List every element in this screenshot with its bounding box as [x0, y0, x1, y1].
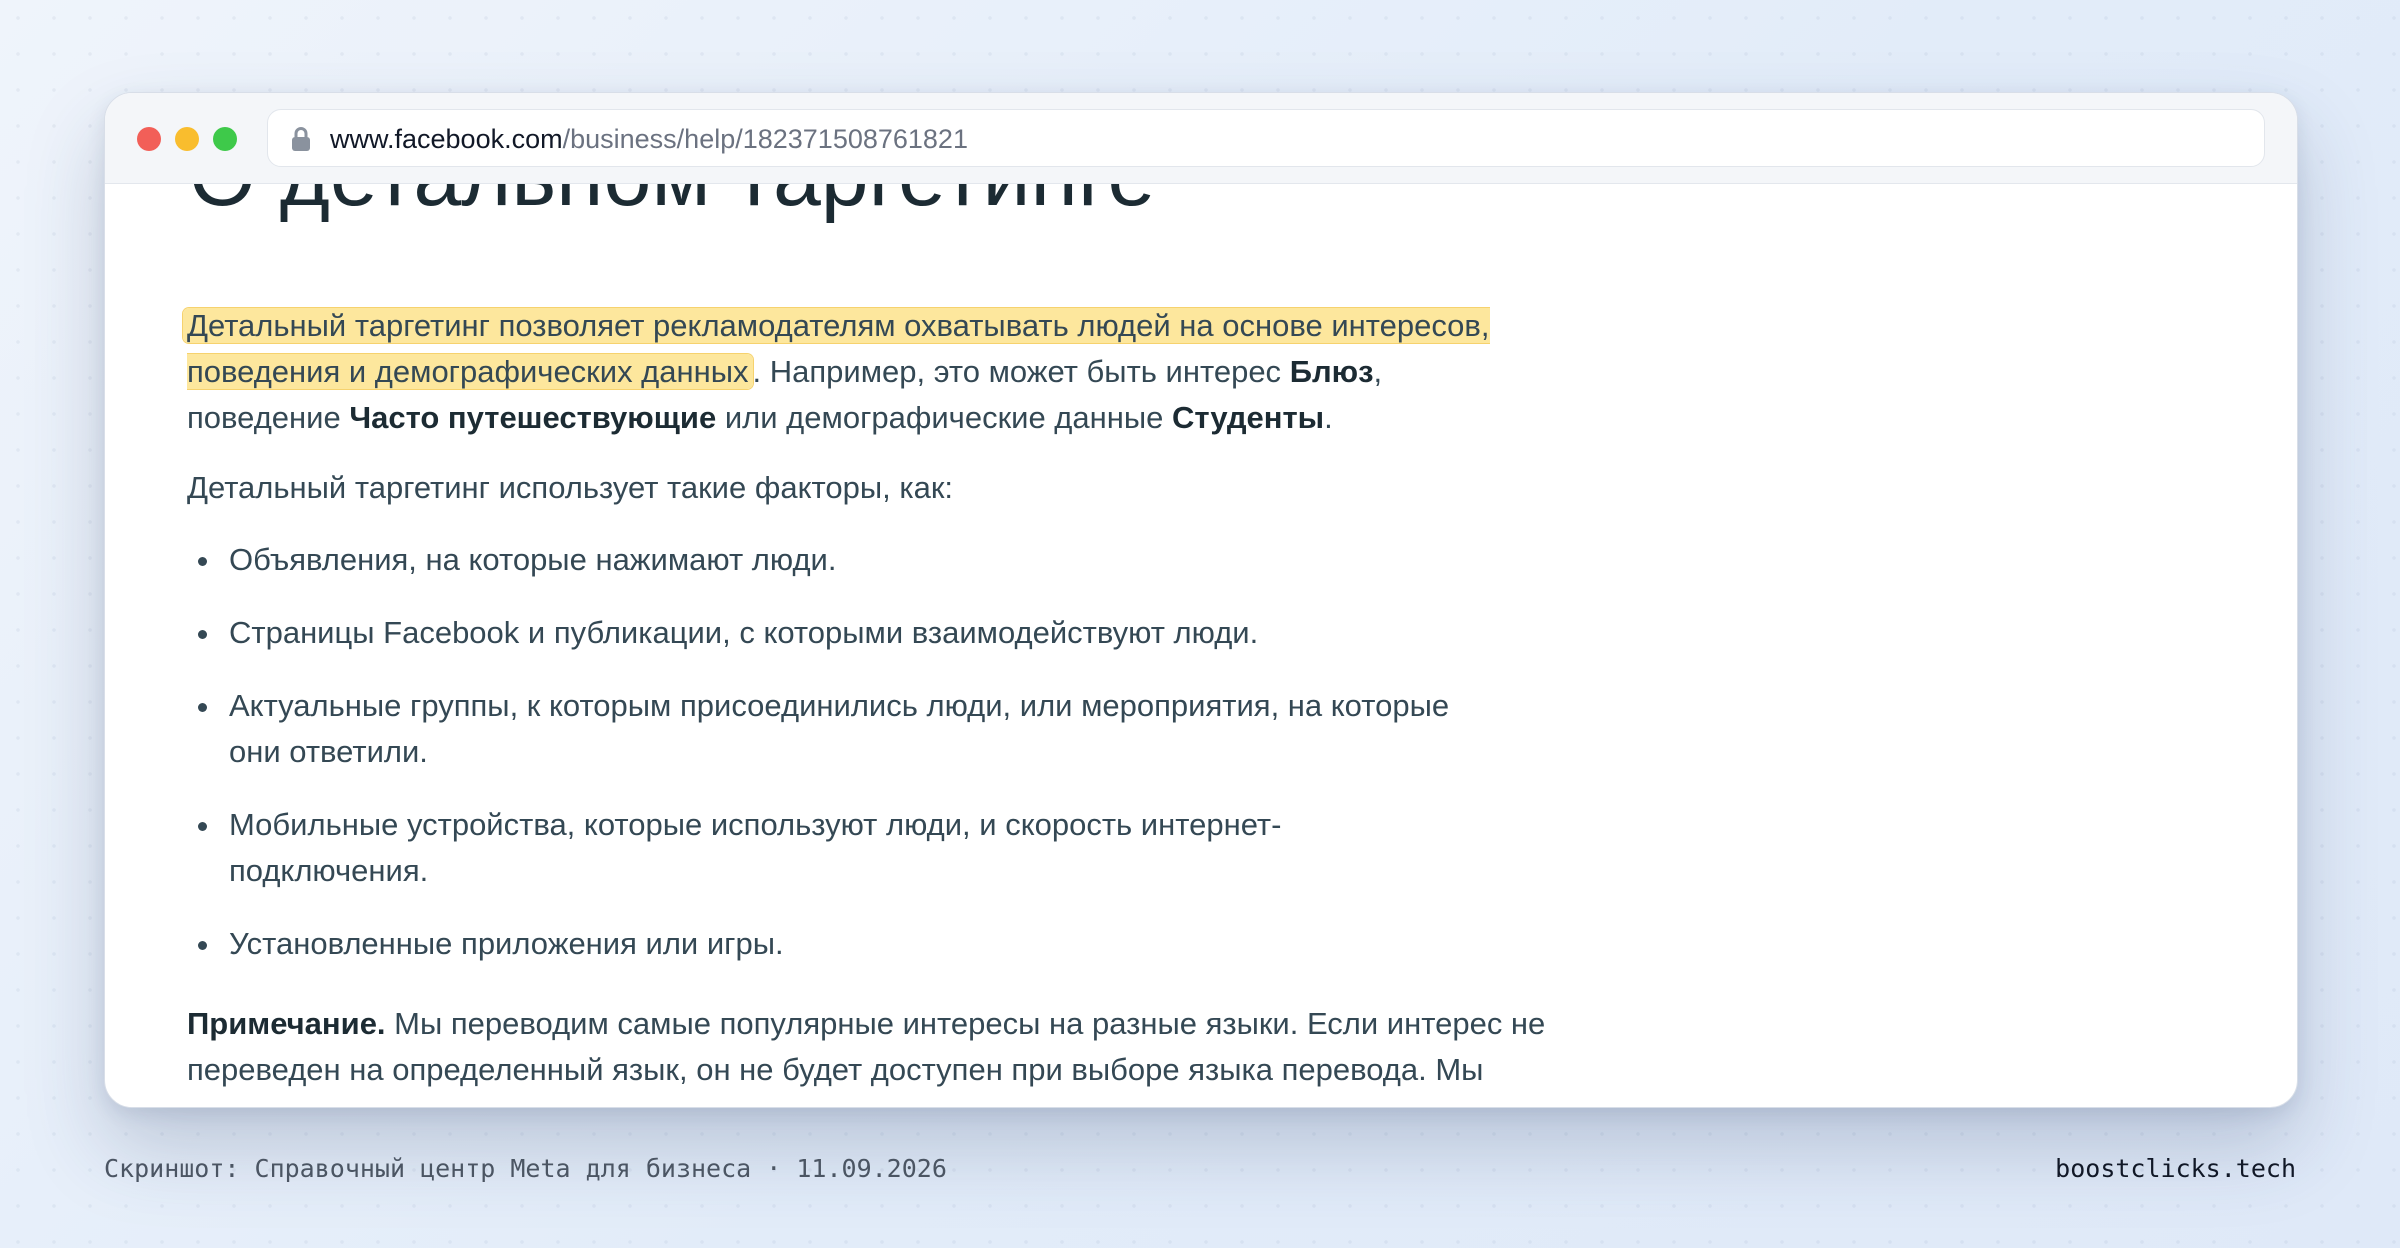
factors-list: Объявления, на которые нажимают люди. Ст… [187, 537, 1537, 967]
behavior-example: Часто путешествующие [349, 400, 717, 435]
list-item: Мобильные устройства, которые используют… [187, 802, 1329, 894]
article-body: Детальный таргетинг позволяет рекламодат… [183, 303, 1545, 1107]
highlight-line-2: поведения и демографических данных [187, 354, 749, 389]
lock-icon [292, 127, 310, 151]
address-bar[interactable]: www.facebook.com/business/help/182371508… [267, 109, 2265, 167]
note-paragraph: Примечание. Мы переводим самые популярны… [187, 1001, 1667, 1093]
page-title: О детальном таргетинге [189, 183, 1155, 231]
highlight-line-1: Детальный таргетинг позволяет рекламодат… [187, 308, 1490, 343]
interest-example: Блюз [1289, 354, 1374, 389]
minimize-window-button[interactable] [175, 127, 199, 151]
demographic-prefix: или демографические данные [716, 400, 1173, 435]
url-path: /business/help/182371508761821 [562, 124, 968, 154]
page-content: О детальном таргетинге Детальный таргети… [105, 183, 2297, 1107]
list-item: Установленные приложения или игры. [187, 921, 1537, 967]
list-item: Страницы Facebook и публикации, с которы… [187, 610, 1537, 656]
behavior-prefix: поведение [187, 400, 350, 435]
intro-text: . Например, это может быть интерес [752, 354, 1290, 389]
browser-window: www.facebook.com/business/help/182371508… [104, 92, 2298, 1108]
intro-end: . [1324, 400, 1333, 435]
url-text: www.facebook.com/business/help/182371508… [330, 122, 968, 156]
note-label: Примечание. [187, 1006, 386, 1041]
brand-label: boostclicks.tech [2055, 1154, 2296, 1183]
list-item: Объявления, на которые нажимают люди. [187, 537, 1537, 583]
close-window-button[interactable] [137, 127, 161, 151]
screenshot-caption: Скриншот: Справочный центр Meta для бизн… [104, 1154, 947, 1183]
note-text: Мы переводим самые популярные интересы н… [187, 1006, 1546, 1087]
url-host: www.facebook.com [330, 124, 563, 154]
intro-paragraph: Детальный таргетинг позволяет рекламодат… [183, 303, 1537, 441]
list-item: Актуальные группы, к которым присоединил… [187, 683, 1479, 775]
demographic-example: Студенты [1172, 400, 1325, 435]
intro-comma: , [1373, 354, 1383, 389]
browser-toolbar: www.facebook.com/business/help/182371508… [105, 93, 2297, 184]
maximize-window-button[interactable] [213, 127, 237, 151]
factors-lead: Детальный таргетинг использует такие фак… [187, 470, 954, 505]
